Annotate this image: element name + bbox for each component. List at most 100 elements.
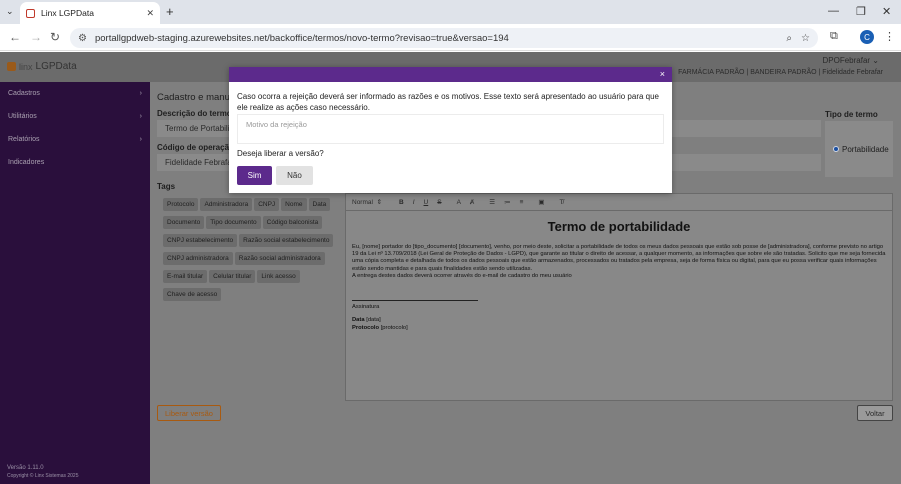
protocolo-line: Protocolo [protocolo]	[352, 324, 886, 332]
logo-prefix: linx	[19, 61, 33, 72]
data-value: [data]	[366, 317, 381, 324]
data-label: Data	[352, 317, 365, 324]
app-logo: linx LGPData	[7, 61, 77, 72]
tab-title: Linx LGPData	[41, 8, 94, 18]
tag-chip[interactable]: Razão social estabelecimento	[239, 234, 334, 247]
rejection-modal: × Caso ocorra a rejeição deverá ser info…	[229, 67, 672, 193]
italic-icon[interactable]: I	[413, 199, 415, 206]
sidebar-item-utilitarios[interactable]: Utilitários ›	[0, 105, 150, 128]
bullet-list-icon[interactable]: ≡	[520, 199, 524, 206]
tag-chip[interactable]: Celular titular	[209, 270, 256, 283]
descricao-label: Descrição do termo	[157, 109, 232, 118]
portabilidade-radio[interactable]	[833, 146, 839, 152]
doc-paragraph: Eu, [nome] portador do [tipo_documento] …	[352, 244, 886, 272]
sidebar-item-indicadores[interactable]: Indicadores	[0, 151, 150, 174]
logo-mark-icon	[7, 62, 16, 71]
data-line: Data [data]	[352, 316, 886, 324]
tag-chip[interactable]: Chave de acesso	[163, 288, 222, 301]
tag-chip[interactable]: Tipo documento	[206, 216, 261, 229]
codigo-value: Fidelidade Febrafa	[165, 158, 232, 167]
align-icon[interactable]: ☰	[489, 198, 495, 206]
tag-chip[interactable]: Nome	[281, 198, 307, 211]
editor-content[interactable]: Termo de portabilidade Eu, [nome] portad…	[346, 211, 892, 340]
forward-icon[interactable]: →	[30, 30, 42, 44]
image-icon[interactable]: ▣	[538, 198, 544, 206]
browser-tab-bar: ⌄ Linx LGPData ✕ + — ❐ ✕	[0, 0, 901, 24]
bold-icon[interactable]: B	[399, 199, 404, 206]
clear-format-icon[interactable]: T̸	[560, 199, 564, 206]
sidebar: Cadastros › Utilitários › Relatórios › Indi…	[0, 82, 150, 484]
browser-toolbar: ← → ↻ ⚙ portallgpdweb-staging.azurewebsi…	[0, 24, 901, 51]
editor-toolbar: Normal ⇕ B I U S A Ⱥ ☰ ≔ ≡ ▣ T̸	[346, 194, 892, 211]
address-bar[interactable]: ⚙ portallgpdweb-staging.azurewebsites.ne…	[70, 28, 818, 48]
sidebar-item-label: Relatórios	[8, 136, 40, 143]
doc-title: Termo de portabilidade	[547, 219, 691, 234]
url-text: portallgpdweb-staging.azurewebsites.net/…	[94, 32, 509, 44]
browser-tab[interactable]: Linx LGPData ✕	[20, 2, 160, 24]
tab-search-icon[interactable]: ⌄	[6, 6, 14, 17]
rich-text-editor[interactable]: Normal ⇕ B I U S A Ⱥ ☰ ≔ ≡ ▣ T̸ Termo de…	[345, 193, 893, 401]
tag-chip[interactable]: Administradora	[200, 198, 253, 211]
company-info: FARMÁCIA PADRÃO | BANDEIRA PADRÃO | Fide…	[678, 69, 883, 76]
tag-chip[interactable]: Protocolo	[163, 198, 199, 211]
voltar-button[interactable]: Voltar	[857, 405, 893, 421]
strike-icon[interactable]: S	[437, 199, 441, 206]
tag-chip[interactable]: Razão social administradora	[234, 252, 325, 265]
bookmark-icon[interactable]: ☆	[801, 33, 810, 44]
zoom-icon[interactable]: ⌕	[786, 33, 792, 44]
reload-icon[interactable]: ↻	[50, 30, 60, 44]
tag-chip[interactable]: CNPJ estabelecimento	[163, 234, 238, 247]
tag-chip[interactable]: CNPJ	[254, 198, 280, 211]
nao-button[interactable]: Não	[276, 166, 313, 185]
tag-chip[interactable]: CNPJ administradora	[163, 252, 233, 265]
maximize-icon[interactable]: ❐	[856, 5, 866, 18]
tags-label: Tags	[157, 182, 176, 191]
back-icon[interactable]: ←	[9, 30, 21, 44]
portabilidade-label: Portabilidade	[842, 144, 889, 154]
extensions-icon[interactable]: ⧉	[830, 30, 838, 43]
app-version: Versão 1.11.0	[7, 465, 44, 471]
close-icon[interactable]: ×	[660, 69, 665, 79]
tag-chip[interactable]: Código balconista	[262, 216, 323, 229]
sidebar-item-relatorios[interactable]: Relatórios ›	[0, 128, 150, 151]
protocolo-value: [protocolo]	[380, 325, 408, 332]
profile-avatar[interactable]: C	[860, 30, 874, 44]
copyright: Copyright © Linx Sistemas 2025	[7, 473, 79, 479]
site-info-icon[interactable]: ⚙	[78, 33, 87, 44]
tag-chip[interactable]: E-mail titular	[163, 270, 208, 283]
minimize-icon[interactable]: —	[828, 5, 839, 17]
tag-chip[interactable]: Data	[308, 198, 331, 211]
logo-name: LGPData	[35, 61, 77, 72]
tag-chip[interactable]: Documento	[163, 216, 205, 229]
browser-menu-icon[interactable]: ⋮	[884, 30, 895, 43]
rejection-reason-input[interactable]: Motivo da rejeição	[237, 114, 664, 144]
underline-icon[interactable]: U	[424, 199, 429, 206]
modal-question: Deseja liberar a versão?	[237, 149, 324, 158]
sidebar-item-label: Utilitários	[8, 113, 37, 120]
doc-paragraph: A entrega destes dados deverá ocorrer at…	[352, 272, 572, 279]
sim-button[interactable]: Sim	[237, 166, 272, 185]
highlight-icon[interactable]: Ⱥ	[470, 199, 474, 206]
modal-header: ×	[229, 67, 672, 82]
chevron-right-icon: ›	[139, 113, 142, 120]
modal-message: Caso ocorra a rejeição deverá ser inform…	[237, 92, 660, 112]
user-name: DPOFebrafar	[822, 56, 871, 65]
close-tab-icon[interactable]: ✕	[146, 8, 154, 19]
tipo-radio-group: Portabilidade	[825, 121, 893, 177]
format-select[interactable]: Normal ⇕	[352, 198, 382, 206]
ordered-list-icon[interactable]: ≔	[504, 198, 511, 206]
close-window-icon[interactable]: ✕	[882, 5, 891, 18]
new-tab-icon[interactable]: +	[166, 4, 174, 19]
codigo-label: Código de operação	[157, 143, 234, 152]
signature-line: Assinatura	[352, 300, 478, 310]
sidebar-item-cadastros[interactable]: Cadastros ›	[0, 82, 150, 105]
user-menu[interactable]: DPOFebrafar ⌄	[822, 56, 879, 65]
tag-chip[interactable]: Link acesso	[257, 270, 300, 283]
text-color-icon[interactable]: A	[457, 199, 461, 206]
sidebar-item-label: Cadastros	[8, 90, 40, 97]
format-value: Normal	[352, 199, 373, 206]
liberar-versao-button[interactable]: Liberar versão	[157, 405, 221, 421]
tipo-label: Tipo de termo	[825, 110, 878, 119]
descricao-value: Termo de Portabili	[165, 124, 230, 133]
protocolo-label: Protocolo	[352, 325, 380, 332]
